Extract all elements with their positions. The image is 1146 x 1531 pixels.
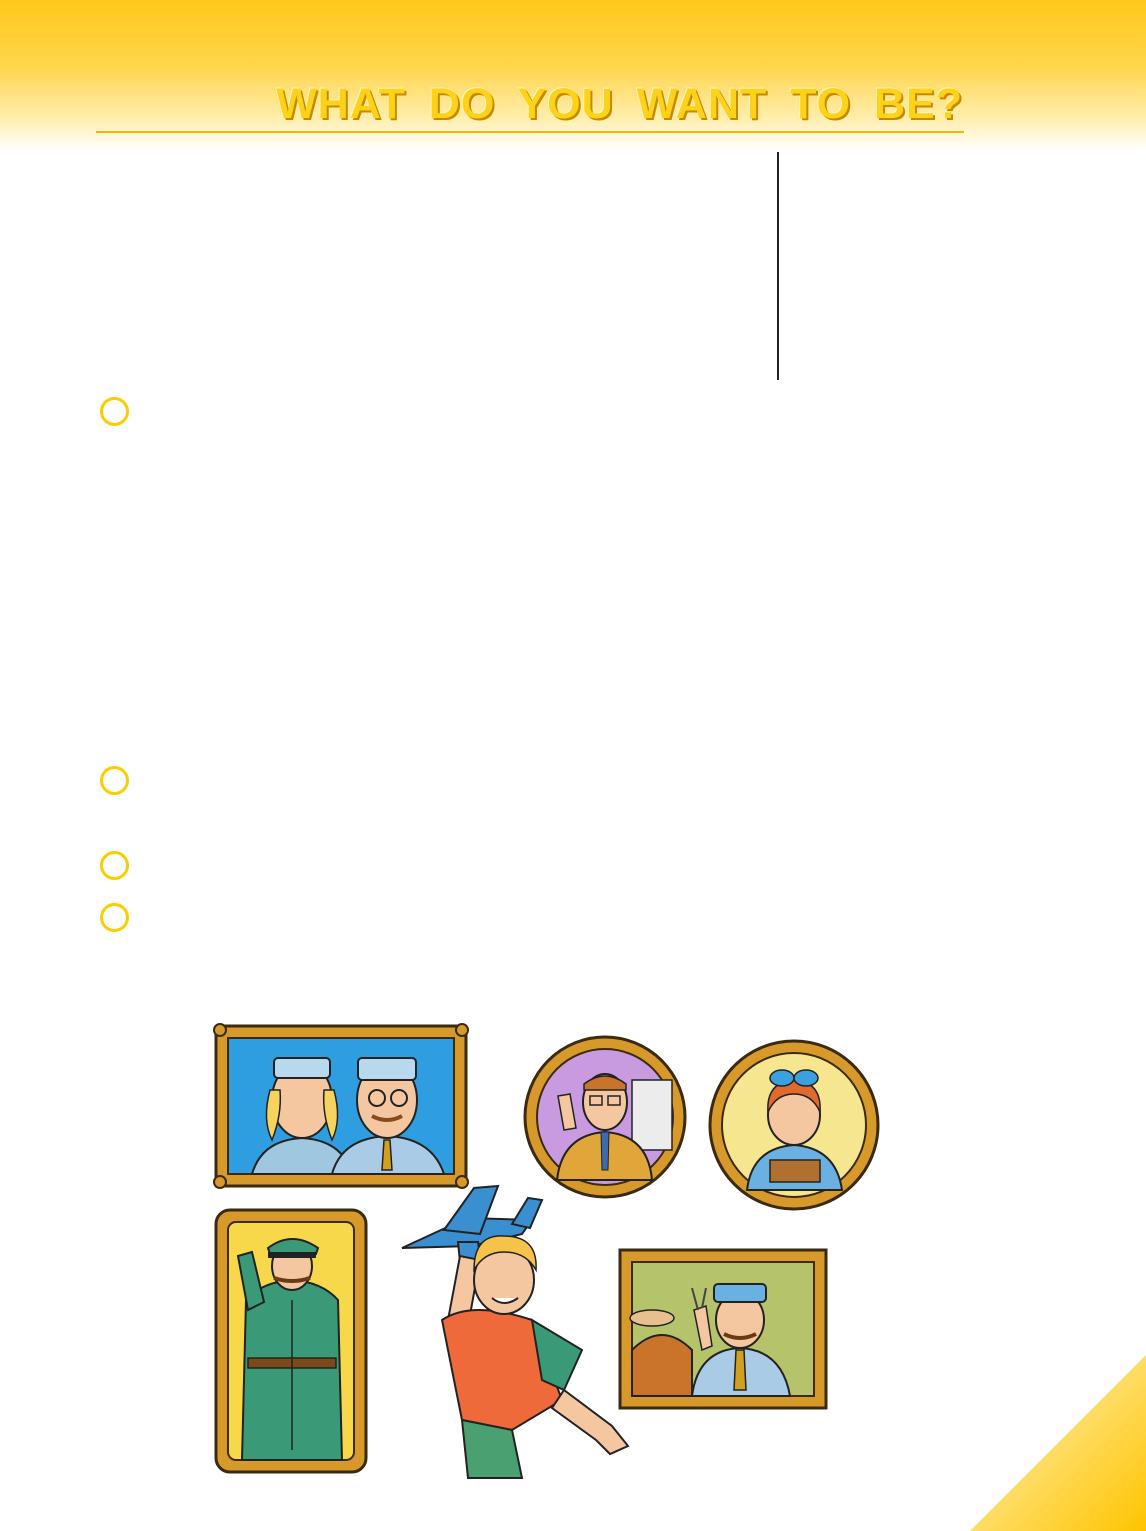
page-title: WHAT DO YOU WANT TO BE? [276,80,963,128]
exercise-1-bullet-icon [100,397,129,426]
doctors-portrait [213,1023,469,1189]
exercise-4-bullet-icon [100,903,129,932]
boy-with-toy-plane [401,1184,630,1479]
title-underline [96,131,964,133]
officer-portrait [214,1208,368,1474]
teacher-portrait [523,1035,687,1199]
professions-illustration [213,1023,880,1479]
exercise-2-bullet-icon [100,766,129,795]
dentist-portrait [618,1248,828,1410]
exercise-3-bullet-icon [100,851,129,880]
shop-assistant-portrait [708,1039,880,1211]
column-divider [777,152,779,380]
